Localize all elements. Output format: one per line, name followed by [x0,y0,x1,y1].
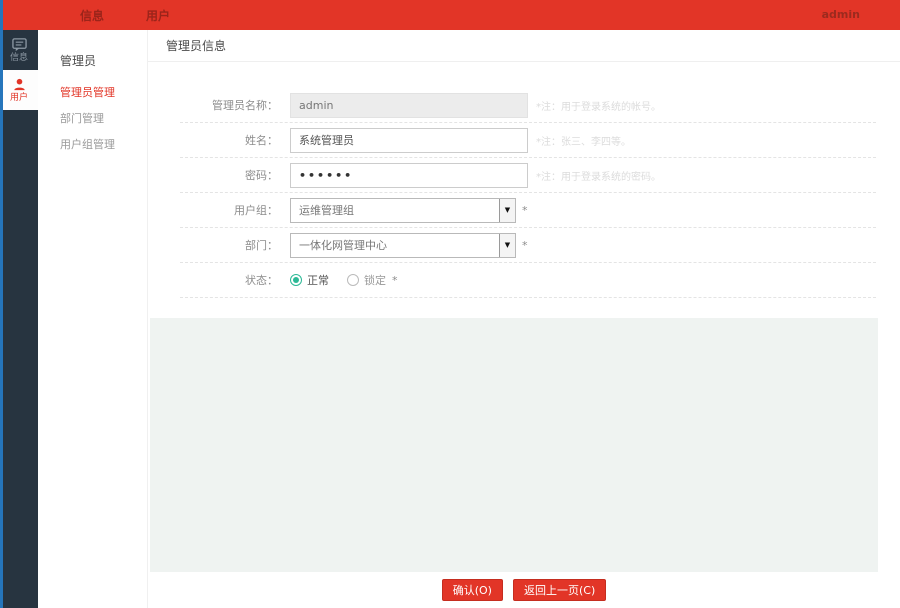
secondary-menu: 管理员 管理员管理 部门管理 用户组管理 [38,30,148,608]
content-header: 管理员信息 [148,30,900,62]
form-row-real-name: 姓名： *注：张三、李四等。 [180,123,876,158]
menu-item-admin-management[interactable]: 管理员管理 [38,79,147,105]
top-nav-item-user[interactable]: 用户 [146,7,170,24]
sidebar-item-user[interactable]: 用户 [0,70,38,110]
sidebar-item-label: 信息 [9,53,28,63]
form-row-admin-name: 管理员名称： *注：用于登录系统的帐号。 [180,88,876,123]
top-nav: 信息 用户 [80,7,170,24]
main-content: 管理员信息 管理员名称： *注：用于登录系统的帐号。 姓名： *注：张三、李四等… [148,30,900,608]
icon-sidebar: 信息 用户 [0,30,38,608]
menu-item-department-management[interactable]: 部门管理 [38,105,147,131]
current-user[interactable]: admin [822,8,860,21]
selected-value: 运维管理组 [299,204,354,217]
field-label: 用户组： [234,204,278,217]
sidebar-item-label: 用户 [9,93,28,103]
menu-item-usergroup-management[interactable]: 用户组管理 [38,131,147,157]
password-field[interactable] [290,162,528,188]
message-icon [11,38,27,52]
chevron-down-icon[interactable]: ▼ [499,233,515,257]
form-row-password: 密码： *注：用于登录系统的密码。 [180,158,876,193]
sidebar-item-info[interactable]: 信息 [0,30,38,70]
form-row-status: 状态： 正常 锁定 * [180,263,876,298]
real-name-field[interactable] [290,127,528,153]
user-icon [13,78,25,91]
form-row-department: 部门： 一体化网管理中心 ▼ * [180,228,876,263]
field-label: 状态： [245,274,278,287]
selected-value: 一体化网管理中心 [299,239,387,252]
field-label: 密码： [245,169,278,182]
radio-label: 正常 [307,274,329,287]
left-edge-accent [0,0,3,608]
confirm-button[interactable]: 确认(O) [441,579,503,601]
required-asterisk: * [522,203,528,217]
form-row-user-group: 用户组： 运维管理组 ▼ * [180,193,876,228]
user-group-select[interactable]: 运维管理组 ▼ [290,197,516,223]
radio-icon [347,274,359,286]
status-radio-locked[interactable]: 锁定 [347,272,386,288]
top-nav-item-info[interactable]: 信息 [80,7,104,24]
required-asterisk: * [522,238,528,252]
admin-info-form: 管理员名称： *注：用于登录系统的帐号。 姓名： *注：张三、李四等。 密码： … [148,62,900,298]
radio-label: 锁定 [364,274,386,287]
field-label: 管理员名称： [212,99,278,112]
status-radio-normal[interactable]: 正常 [290,272,329,288]
field-label: 部门： [245,239,278,252]
department-select[interactable]: 一体化网管理中心 ▼ [290,232,516,258]
chevron-down-icon[interactable]: ▼ [499,198,515,222]
form-footer: 确认(O) 返回上一页(C) [148,572,900,608]
field-label: 姓名： [245,134,278,147]
field-hint: *注：用于登录系统的密码。 [536,171,661,183]
menu-section-admin[interactable]: 管理员 [38,48,147,79]
topbar: 信息 用户 admin [0,0,900,30]
field-hint: *注：张三、李四等。 [536,136,631,148]
content-background [150,318,878,572]
page-title: 管理员信息 [166,39,227,53]
radio-icon [290,274,302,286]
status-radio-group: 正常 锁定 [290,272,386,288]
field-hint: *注：用于登录系统的帐号。 [536,101,661,113]
admin-name-field[interactable] [290,92,528,118]
back-button[interactable]: 返回上一页(C) [512,579,607,601]
required-asterisk: * [392,273,398,287]
